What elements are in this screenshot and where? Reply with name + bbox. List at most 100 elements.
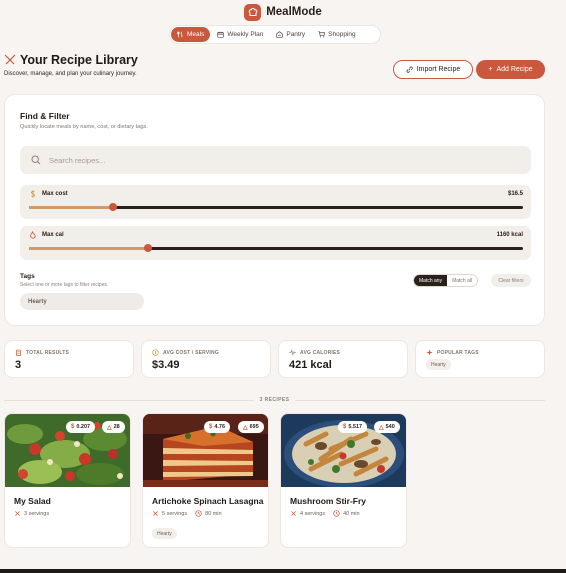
recipe-card-my-salad[interactable]: $0.207 △ 28 My Salad 3 servings (4, 413, 131, 548)
stat-label: AVG CALORIES (300, 349, 341, 356)
max-cost-label-row: Max cost (29, 190, 68, 198)
utensils-icon (177, 31, 183, 38)
tab-pantry[interactable]: Pantry (270, 27, 311, 42)
tab-meals[interactable]: Meals (171, 27, 211, 42)
tab-label: Shopping (328, 31, 356, 38)
dollar-icon: $ (209, 424, 213, 430)
results-count-label: 3 RECIPES (259, 397, 290, 403)
flame-icon: △ (107, 424, 112, 431)
dollar-icon: $ (71, 424, 75, 430)
stat-label-row: POPULAR TAGS (426, 349, 479, 356)
page-title: Your Recipe Library (20, 53, 138, 67)
tab-shopping[interactable]: Shopping (312, 27, 361, 42)
servings-value: 3 servings (24, 510, 50, 517)
calorie-badge: △ 540 (374, 421, 400, 433)
utensils-icon (15, 511, 20, 516)
max-cost-slider[interactable] (29, 203, 523, 211)
max-cost-slider-thumb[interactable] (108, 203, 117, 211)
max-cal-slider-thumb[interactable] (143, 244, 152, 252)
bottom-edge (0, 569, 566, 573)
utensils-icon (291, 511, 296, 516)
clock-icon (333, 510, 340, 517)
cost-value: 4.76 (214, 424, 226, 430)
stat-avg-cost: AVG COST / SERVING $3.49 (141, 340, 271, 378)
recipe-title: My Salad (14, 496, 51, 506)
cost-badge: $4.76 (204, 421, 231, 433)
recipe-tag-chip[interactable]: Hearty (152, 528, 177, 539)
stat-label-row: AVG COST / SERVING (152, 349, 219, 356)
import-label: Import Recipe (416, 66, 461, 73)
add-label: Add Recipe (496, 66, 533, 73)
cost-badge: $5.517 (338, 421, 368, 433)
servings: 3 servings (14, 510, 49, 517)
divider-line (4, 399, 254, 401)
filter-panel: Find & Filter Quickly locate meals by na… (4, 94, 545, 326)
search-input[interactable] (49, 155, 519, 165)
stat-label: POPULAR TAGS (437, 349, 479, 356)
tags-title: Tags (20, 273, 35, 280)
cost-value: 0.207 (76, 424, 91, 430)
recipe-meta: 3 servings (14, 510, 49, 517)
recipe-card-artichoke-spinach-lasagna[interactable]: $4.76 △ 695 Artichoke Spinach Lasagna 5 s… (142, 413, 269, 548)
dollar-icon: $ (343, 424, 347, 430)
filter-title: Find & Filter (20, 111, 70, 121)
cook-time: 80 min (195, 510, 222, 517)
recipe-card-mushroom-stir-fry[interactable]: $5.517 △ 540 Mushroom Stir-Fry 4 servings… (280, 413, 407, 548)
match-all-button[interactable]: Match all (447, 275, 477, 286)
activity-icon (289, 349, 296, 356)
tab-weekly-plan[interactable]: Weekly Plan (211, 27, 269, 42)
sparkle-icon (426, 349, 433, 356)
cook-time-value: 80 min (205, 510, 222, 517)
coin-icon (152, 349, 159, 356)
calorie-value: 540 (385, 424, 395, 430)
stat-value: $3.49 (152, 359, 180, 371)
add-recipe-button[interactable]: + Add Recipe (476, 60, 545, 79)
pantry-icon (276, 31, 284, 38)
max-cal-label-row: Max cal (29, 231, 64, 239)
servings: 5 servings (152, 510, 187, 517)
plus-icon: + (488, 66, 493, 73)
import-recipe-button[interactable]: Import Recipe (393, 60, 473, 79)
flame-icon (30, 231, 36, 239)
clock-icon (195, 510, 202, 517)
results-divider: 3 RECIPES (4, 395, 546, 405)
stat-label-row: AVG CALORIES (289, 349, 340, 356)
max-cal-slider[interactable] (29, 244, 523, 252)
cost-value: 5.517 (348, 424, 363, 430)
popular-tag-chip[interactable]: Hearty (426, 359, 451, 370)
stat-value: 3 (15, 359, 22, 371)
stat-label-row: TOTAL RESULTS (15, 349, 69, 356)
search-box (20, 146, 531, 174)
max-cal-slider-fill (29, 247, 148, 250)
utensils-icon (153, 511, 158, 516)
flame-icon: △ (243, 424, 248, 431)
recipe-meta: 5 servings 80 min (152, 510, 222, 517)
max-cost-filter: Max cost $16.5 (20, 185, 531, 219)
main-nav: Meals Weekly Plan Pantry Shopping (169, 25, 381, 44)
stat-label: AVG COST / SERVING (163, 349, 219, 356)
match-any-button[interactable]: Match any (414, 275, 448, 286)
dollar-icon (31, 190, 36, 198)
max-cal-value: 1160 kcal (496, 232, 523, 238)
match-mode-toggle: Match any Match all (413, 274, 479, 287)
chef-hat-icon (244, 3, 262, 21)
flame-icon: △ (379, 424, 384, 431)
tag-chip-hearty[interactable]: Hearty (20, 293, 144, 310)
servings-value: 4 servings (300, 510, 326, 517)
cook-time: 40 min (333, 510, 360, 517)
tab-label: Weekly Plan (227, 31, 264, 38)
tab-label: Pantry (286, 31, 306, 38)
max-cost-value: $16.5 (507, 191, 523, 197)
calorie-badge: △ 28 (102, 421, 125, 433)
filter-subtitle: Quickly locate meals by name, cost, or d… (20, 124, 148, 130)
stat-popular-tags: POPULAR TAGS Hearty (415, 340, 545, 378)
cart-icon (318, 31, 326, 38)
tab-label: Meals (187, 31, 205, 38)
calorie-badge: △ 695 (238, 421, 264, 433)
tags-subtitle: Select one or more tags to filter recipe… (20, 282, 109, 288)
clear-filters-button[interactable]: Clear filters (491, 274, 531, 287)
calendar-icon (217, 31, 224, 38)
servings: 4 servings (290, 510, 325, 517)
max-cost-label: Max cost (42, 191, 68, 197)
max-cal-filter: Max cal 1160 kcal (20, 226, 531, 260)
